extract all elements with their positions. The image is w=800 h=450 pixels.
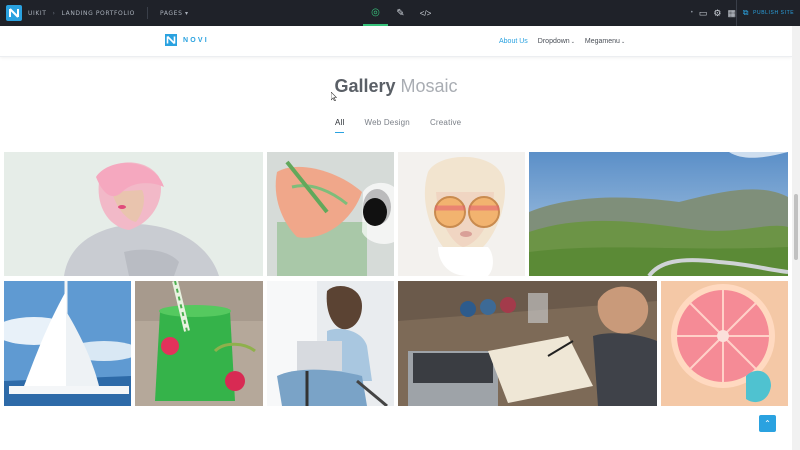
calendar-icon[interactable]: ▦ — [727, 8, 736, 19]
site-header: NOVI About Us Dropdown⌄ Megamenu⌄ — [0, 26, 792, 57]
editor-toolbar: UIKIT › LANDING PORTFOLIO PAGES ▾ ◎ ✎ </… — [0, 0, 800, 26]
nav-item-about-us[interactable]: About Us — [499, 38, 528, 45]
gallery-title-light: Mosaic — [400, 76, 458, 96]
filter-all[interactable]: All — [335, 118, 345, 133]
gallery-image-sailboat-mast-sky[interactable] — [4, 281, 131, 406]
view-tools: • ▭ ⚙ ▦ — [691, 0, 736, 26]
mouse-cursor-icon — [331, 92, 337, 101]
gallery-image-woman-laptop-jeans[interactable] — [267, 281, 394, 406]
gear-icon[interactable]: ⚙ — [713, 8, 721, 19]
breadcrumb: UIKIT › LANDING PORTFOLIO PAGES ▾ — [28, 0, 189, 26]
nav-item-dropdown[interactable]: Dropdown⌄ — [538, 38, 575, 45]
divider — [147, 7, 148, 19]
breadcrumb-item-uikit[interactable]: UIKIT — [28, 10, 47, 17]
scrollbar-thumb[interactable] — [794, 194, 798, 260]
gallery-title: Gallery Mosaic — [0, 76, 792, 97]
chevron-down-icon: ⌄ — [620, 39, 626, 45]
chevron-down-icon: ▾ — [185, 9, 189, 17]
dot-icon: • — [690, 10, 693, 16]
pages-dropdown[interactable]: PAGES ▾ — [160, 10, 189, 17]
gallery-image-green-smoothie-raspberries[interactable] — [135, 281, 263, 406]
code-icon: </> — [419, 8, 432, 18]
brand-mark-icon — [165, 34, 177, 46]
gallery-image-woman-pink-hair[interactable] — [4, 152, 263, 276]
brand-name: NOVI — [183, 36, 209, 44]
nav-item-megamenu[interactable]: Megamenu⌄ — [585, 38, 625, 45]
gallery-image-anthurium-flower-sunglasses[interactable] — [267, 152, 394, 276]
compass-icon: ◎ — [371, 6, 380, 18]
gallery-title-bold: Gallery — [334, 76, 396, 96]
nav-label-dropdown: Dropdown — [537, 38, 570, 45]
design-mode-button[interactable]: ◎ — [363, 0, 388, 26]
breadcrumb-item-landing-portfolio[interactable]: LANDING PORTFOLIO — [62, 10, 135, 17]
publish-site-button[interactable]: ⧉ PUBLISH SITE — [736, 0, 800, 26]
publish-label: PUBLISH SITE — [753, 10, 795, 16]
desktop-icon[interactable]: ▭ — [699, 8, 708, 19]
filter-creative[interactable]: Creative — [430, 118, 461, 133]
chevron-up-icon: ⌃ — [764, 419, 771, 428]
edit-mode-button[interactable]: ✎ — [388, 0, 413, 26]
breadcrumb-separator-icon: › — [52, 9, 56, 17]
main-nav: About Us Dropdown⌄ Megamenu⌄ — [499, 26, 625, 57]
mode-switcher: ◎ ✎ </> — [363, 0, 438, 26]
back-to-top-button[interactable]: ⌃ — [759, 415, 776, 432]
chevron-down-icon: ⌄ — [570, 39, 575, 45]
gallery-image-grapefruit-slice[interactable] — [661, 281, 788, 406]
gallery-filters: All Web Design Creative — [335, 118, 461, 133]
gallery-image-man-drawing-desk[interactable] — [398, 281, 657, 406]
pages-label: PAGES — [160, 9, 183, 17]
pencil-square-icon: ✎ — [396, 7, 405, 19]
nav-label-megamenu: Megamenu — [584, 38, 620, 45]
gallery-image-woman-round-sunglasses[interactable] — [398, 152, 525, 276]
novi-logo-icon[interactable] — [6, 5, 22, 21]
filter-web-design[interactable]: Web Design — [365, 118, 410, 133]
code-mode-button[interactable]: </> — [413, 0, 438, 26]
site-logo[interactable]: NOVI — [165, 34, 209, 46]
gallery-image-mountain-road-landscape[interactable] — [529, 152, 788, 276]
page-scrollbar[interactable] — [792, 26, 800, 450]
external-link-icon: ⧉ — [742, 8, 750, 17]
